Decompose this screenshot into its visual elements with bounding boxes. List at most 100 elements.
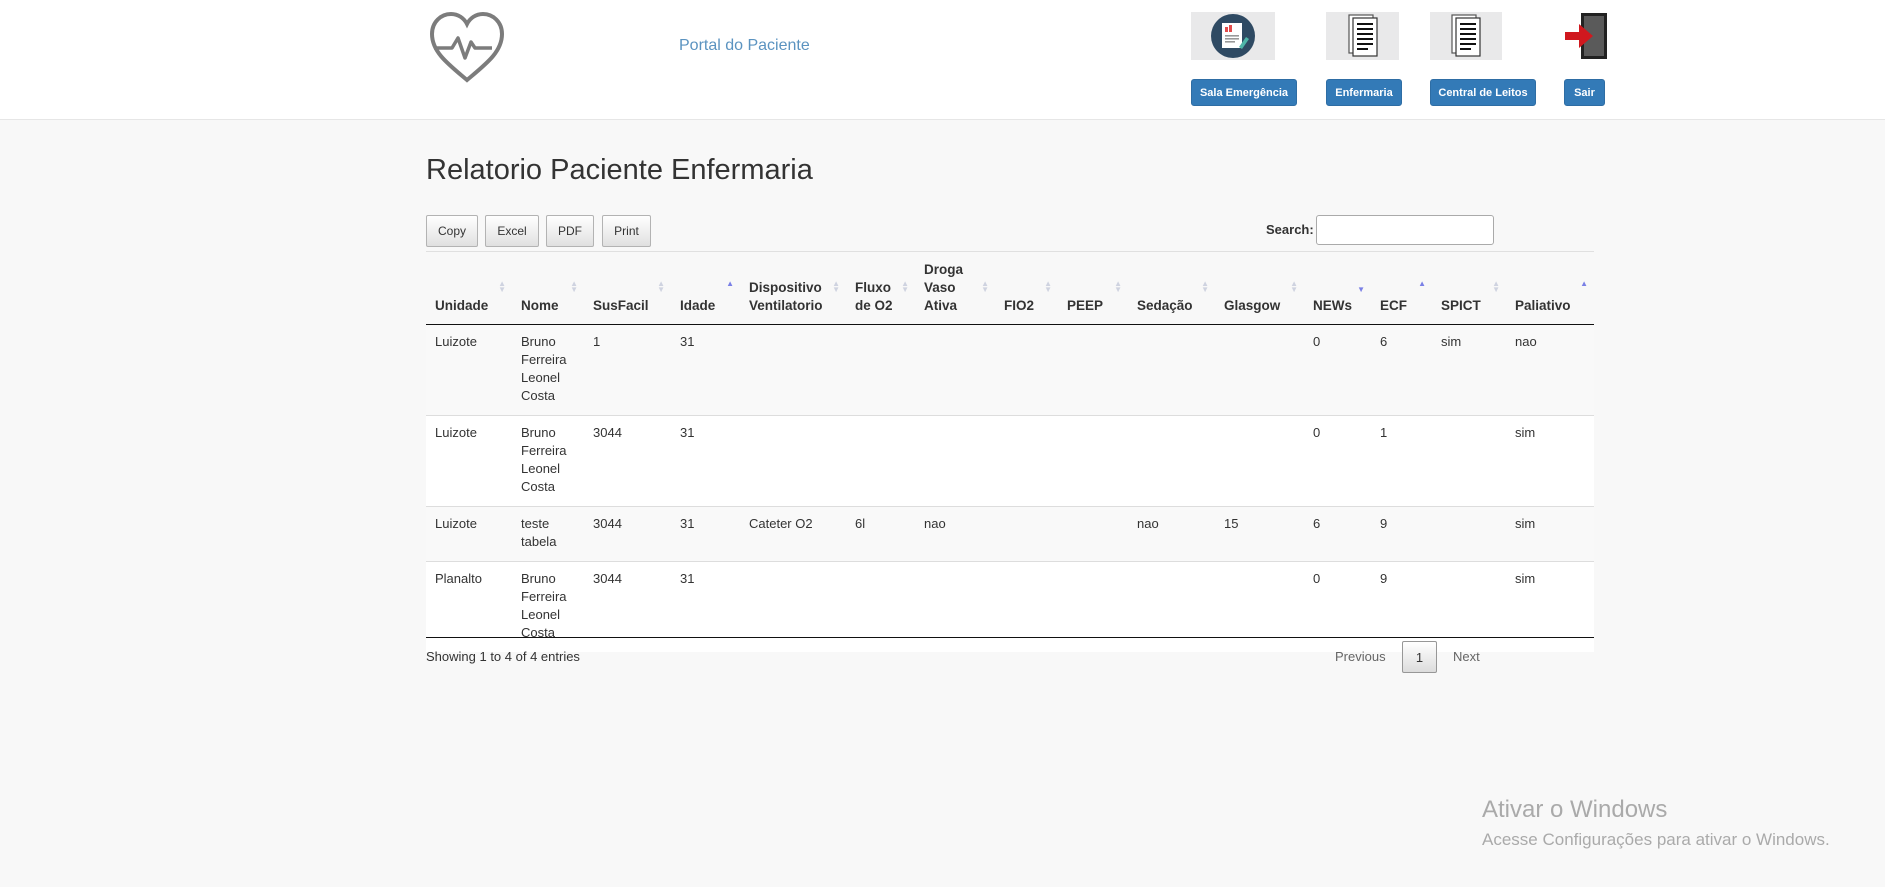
nav-enfermaria-button[interactable]: Enfermaria	[1326, 79, 1402, 106]
table-cell: 0	[1313, 334, 1321, 349]
sort-down-icon: ▼	[570, 285, 578, 294]
table-cell	[995, 506, 1058, 562]
search-input[interactable]	[1316, 215, 1494, 245]
patient-table: Unidade ▲ ▼ Nome ▲ ▼ SusFacil ▲ ▼ Idade ▲ Dispositi…	[426, 255, 1594, 652]
table-cell: 15	[1215, 506, 1304, 562]
table-cell	[1128, 561, 1215, 652]
windows-activation-title: Ativar o Windows	[1482, 796, 1668, 823]
column-header-label: NEWs	[1313, 298, 1353, 313]
pagination-next[interactable]: Next	[1453, 649, 1480, 664]
table-cell: Bruno Ferreira Leonel Costa	[512, 561, 584, 652]
table-cell: teste tabela	[512, 506, 584, 562]
table-cell: 31	[671, 415, 740, 507]
column-header-label: ECF	[1380, 298, 1407, 313]
column-header-label: FIO2	[1004, 298, 1035, 313]
search-label: Search:	[1266, 222, 1314, 237]
table-row[interactable]: Planalto Bruno Ferreira Leonel Costa 3044 3…	[426, 561, 1594, 652]
table-bottom-divider	[426, 637, 1594, 638]
table-cell: nao	[1128, 506, 1215, 562]
sort-down-icon: ▼	[832, 285, 840, 294]
table-body: Luizote Bruno Ferreira Leonel Costa 1 31 0 6 s…	[426, 324, 1594, 652]
table-cell: Cateter O2	[740, 506, 846, 562]
column-header-fluxo-de-o2[interactable]: Fluxo de O2 ▲ ▼	[846, 255, 915, 325]
pagination-previous[interactable]: Previous	[1335, 649, 1386, 664]
sort-down-icon: ▼	[498, 285, 506, 294]
nav-central-de-leitos-button[interactable]: Central de Leitos	[1430, 79, 1536, 106]
document-icon[interactable]	[1326, 12, 1399, 60]
column-header-paliativo[interactable]: Paliativo ▲	[1506, 255, 1594, 325]
table-cell: 6	[1380, 334, 1388, 349]
table-cell	[995, 415, 1058, 507]
table-row[interactable]: Luizote Bruno Ferreira Leonel Costa 3044 31…	[426, 415, 1594, 507]
column-header-peep[interactable]: PEEP ▲ ▼	[1058, 255, 1128, 325]
sort-down-icon: ▼	[901, 285, 909, 294]
column-header-dispositivo-ventilatorio[interactable]: Dispositivo Ventilatorio ▲ ▼	[740, 255, 846, 325]
table-cell: Luizote	[426, 506, 512, 562]
nav-sala-emergencia-button[interactable]: Sala Emergência	[1191, 79, 1297, 106]
document-icon[interactable]	[1430, 12, 1502, 60]
sort-down-icon: ▼	[1290, 285, 1298, 294]
column-header-seda-o[interactable]: Sedação ▲ ▼	[1128, 255, 1215, 325]
column-header-label: SPICT	[1441, 298, 1481, 313]
print-button[interactable]: Print	[602, 215, 651, 247]
exit-door-icon[interactable]	[1563, 12, 1609, 60]
column-header-spict[interactable]: SPICT ▲ ▼	[1432, 255, 1506, 325]
sort-down-icon: ▼	[1201, 285, 1209, 294]
table-cell	[846, 561, 915, 652]
column-header-label: Droga Vaso Ativa	[924, 262, 964, 313]
table-cell	[915, 561, 995, 652]
table-header-row: Unidade ▲ ▼ Nome ▲ ▼ SusFacil ▲ ▼ Idade ▲ Dispositi…	[426, 255, 1594, 325]
table-row[interactable]: Luizote teste tabela 3044 31 Cateter O2 6l nao…	[426, 506, 1594, 562]
column-header-label: Idade	[680, 298, 716, 313]
table-cell	[846, 325, 915, 416]
column-header-fio2[interactable]: FIO2 ▲ ▼	[995, 255, 1058, 325]
table-cell: 6	[1304, 506, 1371, 562]
page-title: Relatorio Paciente Enfermaria	[426, 154, 813, 186]
column-header-label: Paliativo	[1515, 298, 1571, 313]
table-cell: 1	[593, 334, 601, 349]
table-cell: 3044	[584, 506, 671, 562]
table-cell	[1058, 415, 1128, 507]
portal-title[interactable]: Portal do Paciente	[679, 37, 810, 55]
column-header-droga-vaso-ativa[interactable]: Droga Vaso Ativa ▲ ▼	[915, 255, 995, 325]
nav-sair-button[interactable]: Sair	[1564, 79, 1605, 106]
column-header-unidade[interactable]: Unidade ▲ ▼	[426, 255, 512, 325]
excel-button[interactable]: Excel	[485, 215, 539, 247]
table-cell: Luizote	[435, 334, 477, 349]
table-cell: 0	[1304, 561, 1371, 652]
table-cell	[1128, 415, 1215, 507]
sort-down-icon: ▼	[657, 285, 665, 294]
table-cell: sim	[1506, 561, 1594, 652]
table-cell	[1432, 561, 1506, 652]
table-cell	[846, 415, 915, 507]
sort-up-icon: ▲	[1580, 279, 1588, 288]
column-header-label: Glasgow	[1224, 298, 1281, 313]
column-header-label: SusFacil	[593, 298, 649, 313]
table-cell: 9	[1371, 561, 1432, 652]
table-cell	[1058, 325, 1128, 416]
table-cell: sim	[1441, 334, 1462, 349]
column-header-label: Dispositivo Ventilatorio	[749, 280, 823, 313]
pdf-button[interactable]: PDF	[546, 215, 594, 247]
top-header: Portal do Paciente Sala Emergência Enfer…	[0, 0, 1885, 120]
column-header-label: Unidade	[435, 298, 489, 313]
table-cell	[915, 325, 995, 416]
sort-down-icon: ▼	[1114, 285, 1122, 294]
column-header-label: PEEP	[1067, 298, 1104, 313]
report-icon[interactable]	[1191, 12, 1275, 60]
table-cell	[995, 325, 1058, 416]
sort-down-icon: ▼	[1357, 285, 1365, 294]
column-header-label: Sedação	[1137, 298, 1193, 313]
table-cell: Bruno Ferreira Leonel Costa	[512, 415, 584, 507]
column-header-news[interactable]: NEWs ▼	[1304, 255, 1371, 325]
column-header-nome[interactable]: Nome ▲ ▼	[512, 255, 584, 325]
copy-button[interactable]: Copy	[426, 215, 478, 247]
table-top-divider	[426, 251, 1594, 252]
table-row[interactable]: Luizote Bruno Ferreira Leonel Costa 1 31 0 6 s…	[426, 324, 1594, 416]
windows-activation-subtitle: Acesse Configurações para ativar o Windo…	[1482, 830, 1830, 849]
column-header-idade[interactable]: Idade ▲	[671, 255, 740, 325]
column-header-glasgow[interactable]: Glasgow ▲ ▼	[1215, 255, 1304, 325]
column-header-susfacil[interactable]: SusFacil ▲ ▼	[584, 255, 671, 325]
pagination-page-1[interactable]: 1	[1402, 641, 1437, 673]
column-header-ecf[interactable]: ECF ▲	[1371, 255, 1432, 325]
